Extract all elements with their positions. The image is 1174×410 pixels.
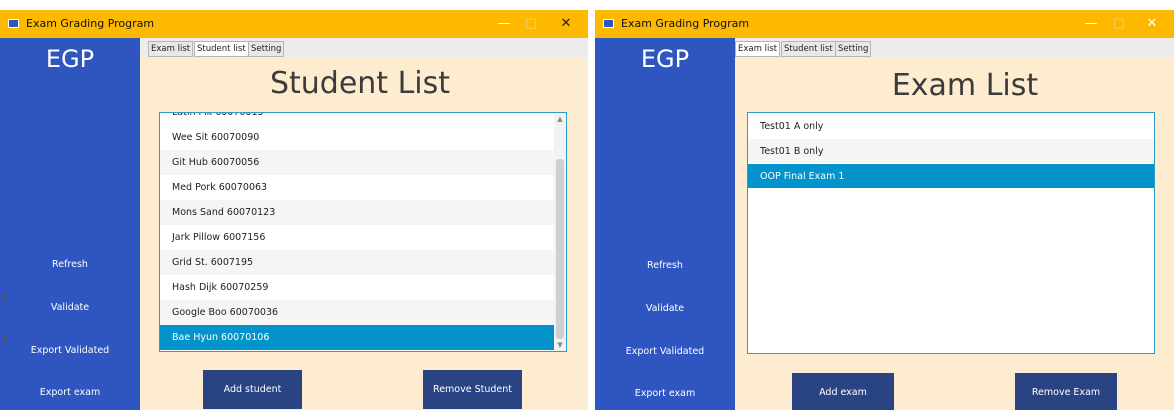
list-item-selected[interactable]: OOP Final Exam 1 <box>748 164 1154 188</box>
app-icon <box>8 19 19 28</box>
list-item[interactable]: Mons Sand 60070123 <box>160 200 554 225</box>
title-bar[interactable]: Exam Grading Program — □ ✕ <box>595 10 1174 38</box>
list-item[interactable]: Git Hub 60070056 <box>160 150 554 175</box>
list-item[interactable]: Google Boo 60070036 <box>160 300 554 325</box>
scroll-up-icon[interactable]: ▲ <box>555 114 565 124</box>
list-item[interactable]: Test01 B only <box>748 139 1154 163</box>
minimize-button[interactable]: — <box>494 14 514 34</box>
page-title: Student List <box>269 66 451 101</box>
app-icon <box>603 19 614 28</box>
close-button[interactable]: ✕ <box>1142 14 1162 34</box>
refresh-button[interactable]: Refresh <box>595 260 735 271</box>
scroll-down-icon[interactable]: ▼ <box>555 340 565 350</box>
sidebar: EGP Refresh Validate Export Validated Ex… <box>0 38 140 410</box>
minimize-button[interactable]: — <box>1081 14 1101 34</box>
scrollbar-thumb[interactable] <box>556 159 564 339</box>
tab-bar: Exam list Student list Setting <box>140 38 588 58</box>
tab-student-list[interactable]: Student list <box>781 41 836 57</box>
tab-exam-list[interactable]: Exam list <box>735 41 781 57</box>
remove-student-button[interactable]: Remove Student <box>423 370 522 409</box>
screen-artifact <box>3 335 6 343</box>
export-exam-button[interactable]: Export exam <box>595 388 735 399</box>
tab-setting[interactable]: Setting <box>835 41 872 57</box>
tab-student-list[interactable]: Student list <box>194 41 249 57</box>
app-logo: EGP <box>45 45 95 73</box>
list-item[interactable]: Latih Pik 60070015 <box>160 113 554 125</box>
window-title: Exam Grading Program <box>26 17 155 30</box>
maximize-button[interactable]: □ <box>1109 14 1129 34</box>
validate-button[interactable]: Validate <box>0 302 140 313</box>
scrollbar[interactable]: ▲ ▼ <box>554 113 566 351</box>
title-bar[interactable]: Exam Grading Program — □ ✕ <box>0 10 588 38</box>
right-window: Exam Grading Program — □ ✕ EGP Refresh V… <box>595 10 1174 410</box>
left-window: Exam Grading Program — □ ✕ EGP Refresh V… <box>0 10 588 410</box>
exam-list[interactable]: Test01 A only Test01 B only OOP Final Ex… <box>747 112 1155 354</box>
student-list[interactable]: Latih Pik 60070015 Wee Sit 60070090 Git … <box>159 112 567 352</box>
list-item[interactable]: Hash Dijk 60070259 <box>160 275 554 300</box>
list-item[interactable]: Jark Pillow 6007156 <box>160 225 554 250</box>
tab-setting[interactable]: Setting <box>248 41 285 57</box>
add-student-button[interactable]: Add student <box>203 370 302 409</box>
tab-bar: Exam list Student list Setting <box>735 38 1174 58</box>
sidebar: EGP Refresh Validate Export Validated Ex… <box>595 38 735 410</box>
list-item[interactable]: Grid St. 6007195 <box>160 250 554 275</box>
window-title: Exam Grading Program <box>621 17 750 30</box>
validate-button[interactable]: Validate <box>595 303 735 314</box>
export-exam-button[interactable]: Export exam <box>0 387 140 398</box>
maximize-button[interactable]: □ <box>521 14 541 34</box>
list-item[interactable]: Test01 A only <box>748 114 1154 138</box>
add-exam-button[interactable]: Add exam <box>792 373 894 410</box>
screen-artifact <box>3 294 6 302</box>
list-item-selected[interactable]: Bae Hyun 60070106 <box>160 325 554 350</box>
export-validated-button[interactable]: Export Validated <box>595 346 735 357</box>
refresh-button[interactable]: Refresh <box>0 259 140 270</box>
list-item[interactable]: Wee Sit 60070090 <box>160 125 554 150</box>
page-title: Exam List <box>891 68 1039 103</box>
tab-exam-list[interactable]: Exam list <box>148 41 194 57</box>
export-validated-button[interactable]: Export Validated <box>0 345 140 356</box>
close-button[interactable]: ✕ <box>556 14 576 34</box>
app-logo: EGP <box>640 45 690 73</box>
remove-exam-button[interactable]: Remove Exam <box>1015 373 1117 410</box>
list-item[interactable]: Med Pork 60070063 <box>160 175 554 200</box>
